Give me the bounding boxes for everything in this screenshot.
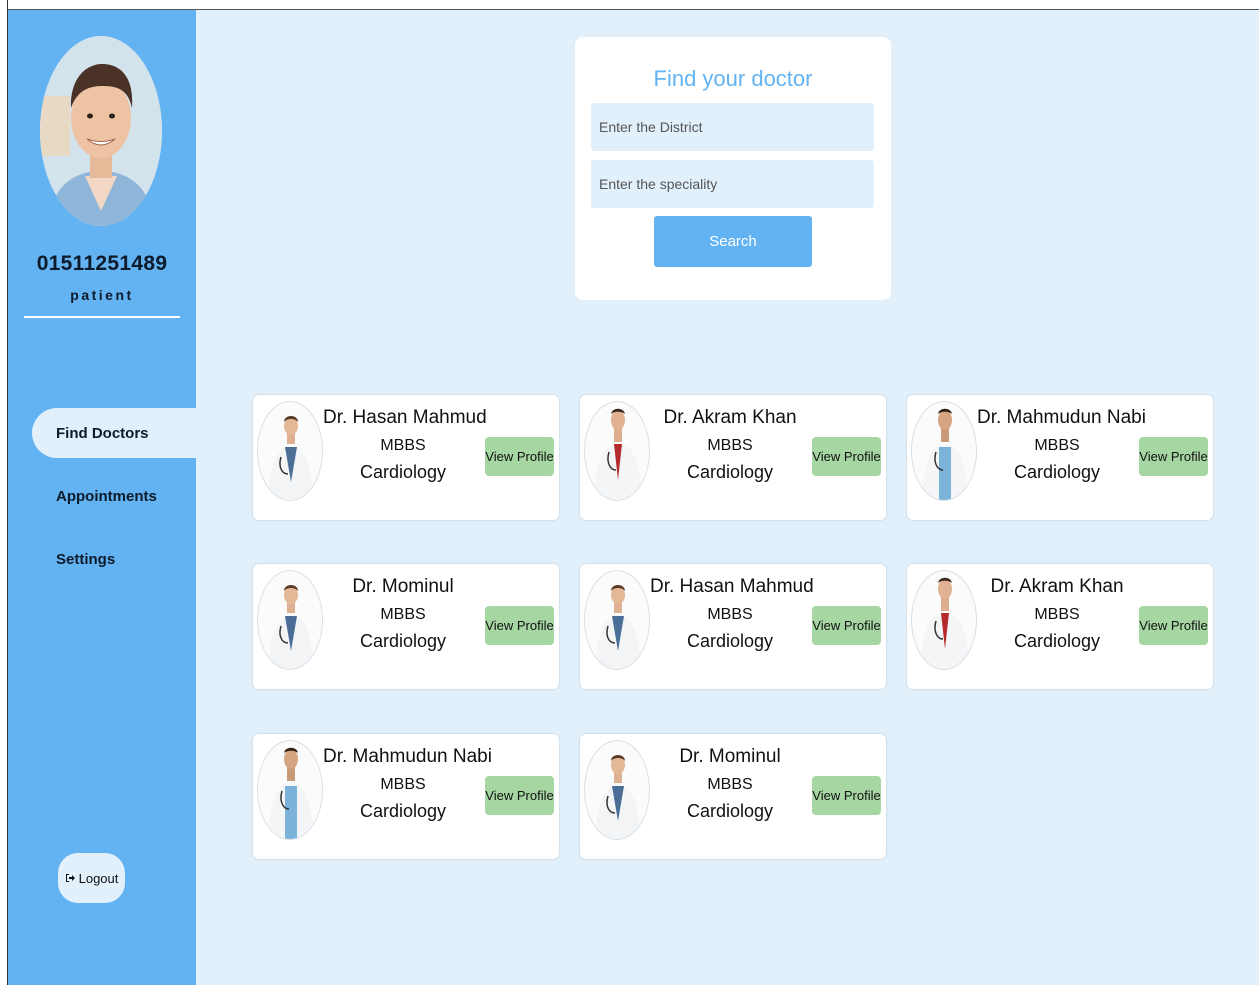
doctor-photo [911, 401, 977, 501]
doctor-info: Dr. Mahmudun Nabi MBBS Cardiology [977, 405, 1146, 483]
doctor-info: Dr. Mominul MBBS Cardiology [650, 744, 810, 822]
view-profile-button[interactable]: View Profile [812, 437, 881, 476]
doctor-name: Dr. Hasan Mahmud [650, 576, 814, 597]
district-input[interactable] [591, 103, 874, 151]
doctor-degree: MBBS [1034, 606, 1080, 623]
doctor-photo [584, 401, 650, 501]
doctor-photo [584, 740, 650, 840]
sidebar: 01511251489 patient Find Doctors Appoint… [8, 10, 196, 985]
doctor-specialty: Cardiology [686, 631, 774, 651]
search-card: Find your doctor Search [575, 37, 891, 300]
doctor-specialty: Cardiology [359, 801, 447, 821]
doctor-name: Dr. Mahmudun Nabi [977, 407, 1146, 428]
nav-item-label: Settings [56, 550, 116, 568]
doctor-card: Dr. Hasan Mahmud MBBS Cardiology View Pr… [253, 395, 559, 520]
doctor-specialty: Cardiology [1013, 631, 1101, 651]
doctor-degree: MBBS [380, 776, 426, 793]
view-profile-button[interactable]: View Profile [485, 776, 554, 815]
window-top-edge [0, 0, 1259, 10]
sidebar-divider [24, 316, 180, 318]
doctor-degree: MBBS [380, 606, 426, 623]
doctor-card: Dr. Mominul MBBS Cardiology View Profile [253, 564, 559, 689]
doctor-degree: MBBS [707, 437, 753, 454]
nav-item-appointments[interactable]: Appointments [32, 471, 196, 521]
doctor-info: Dr. Akram Khan MBBS Cardiology [650, 405, 810, 483]
doctor-degree: MBBS [380, 437, 426, 454]
view-profile-button[interactable]: View Profile [812, 776, 881, 815]
doctor-name: Dr. Mahmudun Nabi [323, 746, 492, 767]
logout-button[interactable]: Logout [58, 853, 125, 903]
doctor-specialty: Cardiology [686, 462, 774, 482]
doctor-photo [257, 401, 323, 501]
doctor-name: Dr. Mominul [352, 576, 454, 597]
doctor-specialty: Cardiology [1013, 462, 1101, 482]
view-profile-button[interactable]: View Profile [485, 606, 554, 645]
doctor-degree: MBBS [1034, 437, 1080, 454]
doctor-info: Dr. Mahmudun Nabi MBBS Cardiology [323, 744, 492, 822]
speciality-input[interactable] [591, 160, 874, 208]
user-phone: 01511251489 [36, 252, 168, 275]
search-title: Find your doctor [653, 66, 813, 91]
doctor-name: Dr. Mominul [679, 746, 781, 767]
nav-item-label: Appointments [56, 487, 157, 505]
logout-label: Logout [78, 870, 119, 886]
search-button[interactable]: Search [654, 216, 812, 267]
doctor-info: Dr. Hasan Mahmud MBBS Cardiology [323, 405, 487, 483]
doctor-info: Dr. Hasan Mahmud MBBS Cardiology [650, 574, 814, 652]
view-profile-button[interactable]: View Profile [1139, 606, 1208, 645]
logout-icon [65, 874, 75, 882]
doctor-card: Dr. Hasan Mahmud MBBS Cardiology View Pr… [580, 564, 886, 689]
doctor-name: Dr. Akram Khan [990, 576, 1124, 597]
doctor-photo [257, 740, 323, 840]
window-left-edge [0, 0, 8, 985]
doctor-photo [584, 570, 650, 670]
doctor-card: Dr. Mahmudun Nabi MBBS Cardiology View P… [907, 395, 1213, 520]
nav-item-settings[interactable]: Settings [32, 534, 196, 584]
doctor-card: Dr. Akram Khan MBBS Cardiology View Prof… [580, 395, 886, 520]
doctor-info: Dr. Akram Khan MBBS Cardiology [977, 574, 1137, 652]
doctor-degree: MBBS [707, 606, 753, 623]
doctor-specialty: Cardiology [686, 801, 774, 821]
doctor-name: Dr. Akram Khan [663, 407, 797, 428]
avatar [40, 36, 162, 226]
doctor-card: Dr. Akram Khan MBBS Cardiology View Prof… [907, 564, 1213, 689]
nav-item-label: Find Doctors [56, 424, 149, 442]
doctor-card: Dr. Mominul MBBS Cardiology View Profile [580, 734, 886, 859]
user-role: patient [70, 287, 134, 303]
doctor-name: Dr. Hasan Mahmud [323, 407, 487, 428]
nav-item-find-doctors[interactable]: Find Doctors [32, 408, 196, 458]
doctor-photo [911, 570, 977, 670]
doctor-info: Dr. Mominul MBBS Cardiology [323, 574, 483, 652]
doctor-specialty: Cardiology [359, 462, 447, 482]
view-profile-button[interactable]: View Profile [485, 437, 554, 476]
doctor-card: Dr. Mahmudun Nabi MBBS Cardiology View P… [253, 734, 559, 859]
doctor-photo [257, 570, 323, 670]
doctor-degree: MBBS [707, 776, 753, 793]
doctor-specialty: Cardiology [359, 631, 447, 651]
view-profile-button[interactable]: View Profile [1139, 437, 1208, 476]
view-profile-button[interactable]: View Profile [812, 606, 881, 645]
